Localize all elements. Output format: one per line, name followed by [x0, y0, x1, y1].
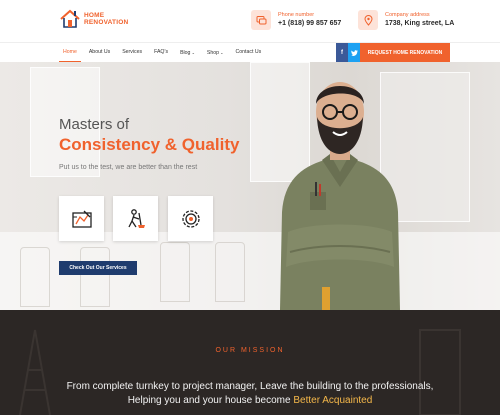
main-nav-bar: Home About Us Services FAQ's Blog ⌄ Shop ⌄ Con…	[0, 42, 500, 63]
mission-line1: From complete turnkey to project manager…	[66, 381, 434, 392]
nav-item-faq-s[interactable]: FAQ's	[148, 43, 174, 63]
feature-cleaning[interactable]	[113, 196, 158, 241]
nav-item-label: Home	[63, 49, 77, 55]
worker-photo	[280, 82, 400, 310]
mission-label: OUR MISSION	[215, 347, 285, 354]
blueprint-icon	[71, 210, 92, 228]
top-header: HOME RENOVATION Phone number +1 (818) 99…	[0, 0, 500, 42]
phone-contact: Phone number +1 (818) 99 857 657	[251, 10, 341, 30]
nav-item-home[interactable]: Home	[57, 43, 83, 63]
twitter-icon[interactable]	[348, 43, 360, 63]
main-nav: Home About Us Services FAQ's Blog ⌄ Shop ⌄ Con…	[57, 43, 267, 63]
background-stool	[20, 247, 50, 307]
settings-gear-icon	[181, 209, 200, 228]
chevron-down-icon: ⌄	[219, 50, 224, 55]
logo-line1: HOME	[84, 12, 105, 19]
nav-item-label: FAQ's	[154, 49, 169, 55]
mission-line2-prefix: Helping you and your house become	[127, 395, 294, 406]
background-stool	[160, 242, 190, 302]
map-pin-icon	[358, 10, 378, 30]
nav-item-about-us[interactable]: About Us	[83, 43, 116, 63]
hero-title-line2: Consistency & Quality	[59, 135, 240, 154]
phone-value[interactable]: +1 (818) 99 857 657	[278, 19, 341, 29]
mission-line2: Helping you and your house become Better…	[0, 394, 500, 408]
nav-item-label: About Us	[88, 49, 111, 55]
phone-label: Phone number	[278, 11, 315, 18]
mission-section: OUR MISSION From complete turnkey to pro…	[0, 310, 500, 415]
check-services-button[interactable]: Check Out Our Services	[59, 261, 137, 275]
feature-settings[interactable]	[168, 196, 213, 241]
nav-item-label: Services	[122, 49, 143, 55]
nav-item-label: Shop	[206, 50, 220, 56]
background-stool	[80, 247, 110, 307]
nav-item-label: Contact Us	[235, 49, 262, 55]
logo[interactable]: HOME RENOVATION	[59, 8, 128, 30]
feature-blueprint[interactable]	[59, 196, 104, 241]
cleaning-icon	[127, 208, 145, 228]
phone-chat-icon	[251, 10, 271, 30]
background-stool	[215, 242, 245, 302]
chevron-down-icon: ⌄	[190, 50, 195, 55]
nav-item-shop[interactable]: Shop ⌄	[201, 43, 230, 63]
hero-title-line1: Masters of	[59, 116, 130, 133]
hero-section: Masters of Consistency & Quality Put us …	[0, 62, 500, 310]
facebook-icon[interactable]: f	[336, 43, 348, 63]
hero-subtitle: Put us to the test, we are better than t…	[59, 164, 198, 171]
mission-highlight[interactable]: Better Acquainted	[293, 395, 372, 406]
nav-item-blog[interactable]: Blog ⌄	[174, 43, 201, 63]
house-logo-icon	[59, 8, 81, 30]
address-label: Company address	[385, 11, 430, 18]
request-renovation-button[interactable]: REQUEST HOME RENOVATION	[360, 43, 450, 63]
nav-item-contact-us[interactable]: Contact Us	[230, 43, 268, 63]
address-value: 1738, King street, LA	[385, 19, 455, 27]
nav-item-label: Blog	[180, 50, 191, 56]
mission-statement: From complete turnkey to project manager…	[0, 380, 500, 408]
address-contact: Company address 1738, King street, LA	[358, 10, 454, 30]
logo-line2: RENOVATION	[84, 19, 129, 26]
nav-item-services[interactable]: Services	[116, 43, 148, 63]
